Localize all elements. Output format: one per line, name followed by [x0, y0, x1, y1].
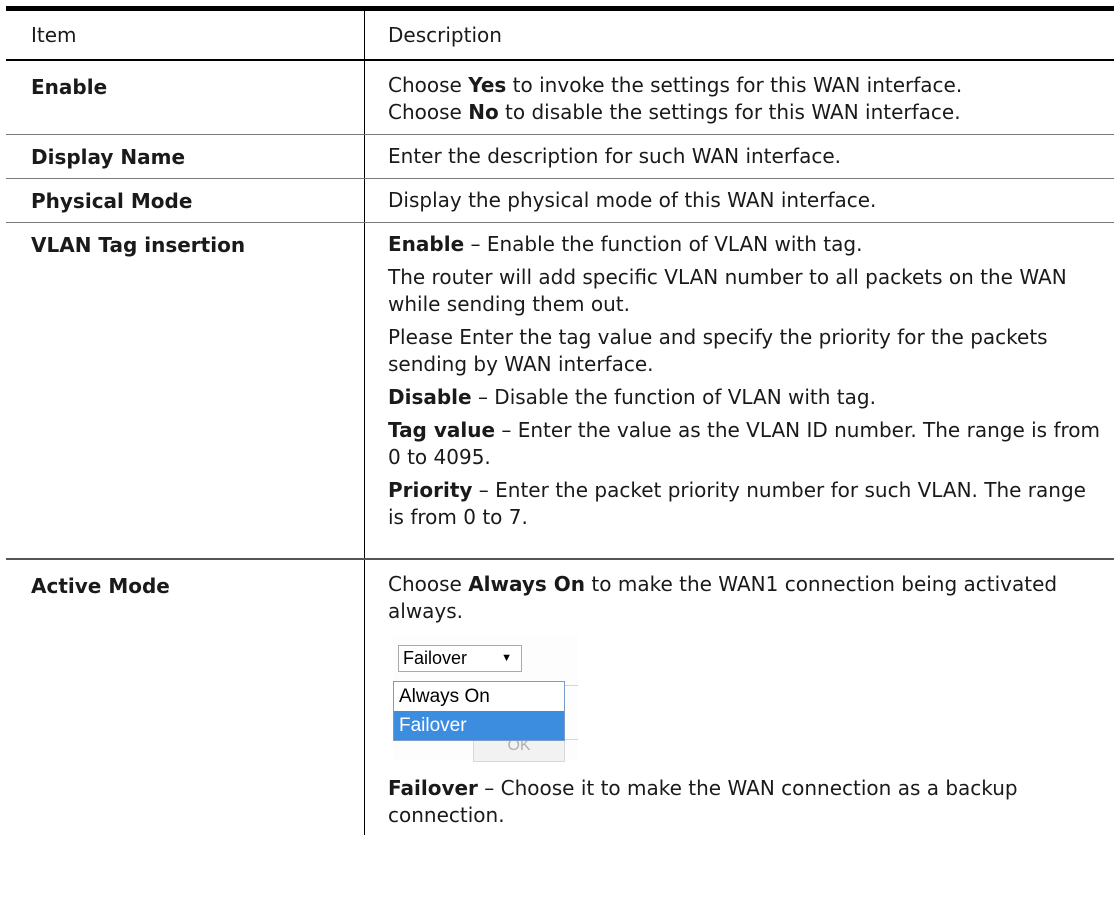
active-mode-select[interactable]: Failover ▼ — [398, 645, 522, 672]
option-failover[interactable]: Failover — [394, 711, 564, 740]
table-row-enable: Enable Choose Yes to invoke the settings… — [6, 61, 1114, 135]
text-fragment: – Choose it to make the WAN connection a… — [388, 776, 1018, 827]
text-fragment: Choose — [388, 100, 469, 124]
active-mode-options-list: Always On Failover — [393, 681, 565, 741]
table-row-physical-mode: Physical Mode Display the physical mode … — [6, 179, 1114, 223]
vlan-disable-text: Disable – Disable the function of VLAN w… — [388, 384, 1100, 411]
text-fragment: Choose — [388, 73, 469, 97]
vlan-enable-text: Enable – Enable the function of VLAN wit… — [388, 231, 1100, 258]
row-desc-physical-mode: Display the physical mode of this WAN in… — [388, 188, 877, 212]
vlan-priority-text: Priority – Enter the packet priority num… — [388, 477, 1100, 531]
row-desc-display-name: Enter the description for such WAN inter… — [388, 144, 841, 168]
row-item-vlan-tag: VLAN Tag insertion — [6, 223, 365, 558]
header-item: Item — [6, 11, 365, 59]
enable-yes-text: Choose Yes to invoke the settings for th… — [388, 72, 1100, 99]
disable-term: Disable — [388, 385, 472, 409]
priority-term: Priority — [388, 478, 473, 502]
text-fragment: – Disable the function of VLAN with tag. — [471, 385, 876, 409]
ok-button-fragment[interactable]: OK — [473, 739, 565, 762]
yes-term: Yes — [468, 73, 507, 97]
row-desc-enable: Choose Yes to invoke the settings for th… — [365, 61, 1114, 134]
row-item-enable: Enable — [6, 61, 365, 134]
tag-value-term: Tag value — [388, 418, 496, 442]
text-fragment: to invoke the settings for this WAN inte… — [506, 73, 963, 97]
vlan-router-text: The router will add specific VLAN number… — [388, 265, 1067, 316]
always-on-term: Always On — [468, 572, 586, 596]
text-fragment: to disable the settings for this WAN int… — [498, 100, 961, 124]
description-table: Item Description Enable Choose Yes to in… — [6, 6, 1114, 835]
active-always-on-text: Choose Always On to make the WAN1 connec… — [388, 571, 1100, 625]
table-row-vlan-tag: VLAN Tag insertion Enable – Enable the f… — [6, 223, 1114, 560]
dropdown-arrow-icon: ▼ — [501, 652, 512, 664]
active-mode-dropdown-screenshot: OK Failover ▼ Always On Failover — [393, 635, 578, 762]
row-desc-vlan-tag: Enable – Enable the function of VLAN wit… — [365, 223, 1114, 558]
row-item-physical-mode: Physical Mode — [6, 179, 365, 222]
vlan-tag-value-text: Tag value – Enter the value as the VLAN … — [388, 417, 1100, 471]
text-fragment: – Enter the packet priority number for s… — [388, 478, 1086, 529]
vlan-please-text: Please Enter the tag value and specify t… — [388, 325, 1048, 376]
failover-term: Failover — [388, 776, 478, 800]
text-fragment: – Enter the value as the VLAN ID number.… — [388, 418, 1100, 469]
no-term: No — [468, 100, 499, 124]
text-fragment: Choose — [388, 572, 469, 596]
text-fragment: – Enable the function of VLAN with tag. — [464, 232, 863, 256]
enable-term: Enable — [388, 232, 465, 256]
row-item-active-mode: Active Mode — [6, 560, 365, 835]
enable-no-text: Choose No to disable the settings for th… — [388, 99, 1100, 126]
table-header-row: Item Description — [6, 11, 1114, 61]
row-desc-active-mode: Choose Always On to make the WAN1 connec… — [365, 560, 1114, 835]
active-mode-selected-value: Failover — [403, 648, 468, 668]
table-row-active-mode: Active Mode Choose Always On to make the… — [6, 560, 1114, 835]
header-description: Description — [388, 22, 502, 47]
option-always-on[interactable]: Always On — [394, 682, 564, 711]
active-failover-text: Failover – Choose it to make the WAN con… — [388, 775, 1100, 829]
row-item-display-name: Display Name — [6, 135, 365, 178]
table-row-display-name: Display Name Enter the description for s… — [6, 135, 1114, 179]
